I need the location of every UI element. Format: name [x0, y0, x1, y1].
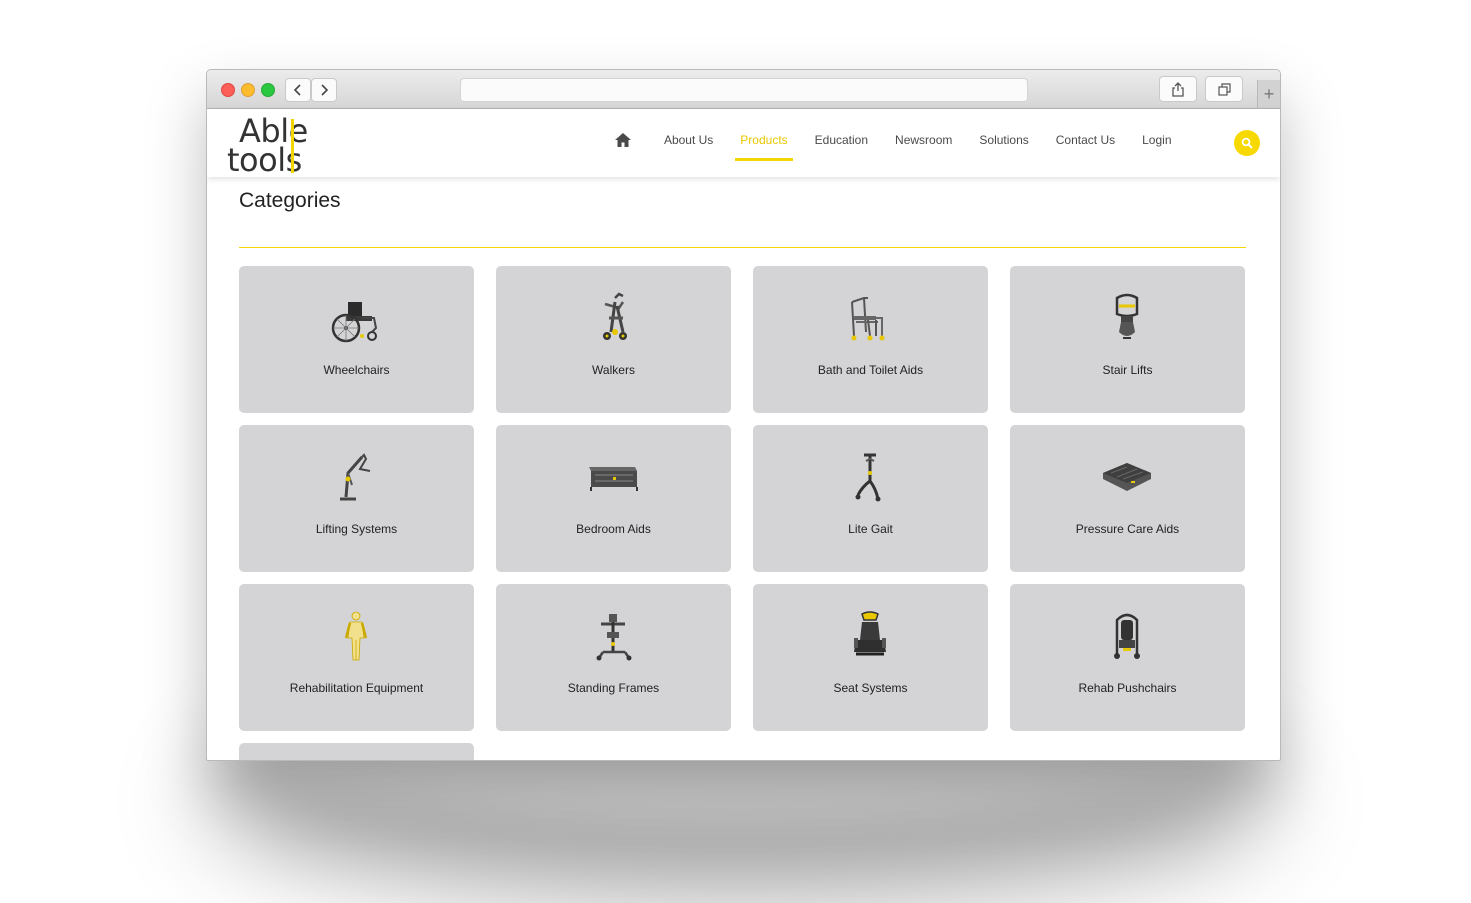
- category-label: Walkers: [592, 363, 635, 377]
- chevron-right-icon: [321, 84, 328, 96]
- bath-chair-icon: [851, 297, 885, 341]
- cushion-icon: [1103, 463, 1151, 491]
- category-card-seat-systems[interactable]: Seat Systems: [753, 584, 988, 731]
- category-label: Pressure Care Aids: [1075, 522, 1180, 536]
- page-title: Categories: [239, 189, 341, 212]
- category-label: Lite Gait: [848, 522, 893, 536]
- close-window-button[interactable]: [221, 83, 235, 97]
- category-card-walkers[interactable]: Walkers: [496, 266, 731, 413]
- stair-lift-icon: [1115, 293, 1139, 339]
- pushchair-icon: [1114, 613, 1140, 659]
- category-label: Bedroom Aids: [576, 522, 651, 536]
- page-content: Categories Wheelchairs Walkers Bath and …: [207, 177, 1280, 760]
- category-label: Rehab Pushchairs: [1078, 681, 1177, 695]
- category-card-rehab-pushchairs[interactable]: Rehab Pushchairs: [1010, 584, 1245, 731]
- chevron-left-icon: [294, 84, 301, 96]
- category-card-stair-lifts[interactable]: Stair Lifts: [1010, 266, 1245, 413]
- share-icon: [1172, 81, 1184, 97]
- home-icon: [615, 133, 632, 147]
- plus-icon: +: [1263, 83, 1275, 104]
- site-header: Able tools About Us Products Education N…: [207, 109, 1280, 177]
- nav-contact-us[interactable]: Contact Us: [1051, 131, 1120, 149]
- logo-accent-bar: [291, 119, 294, 173]
- nav-education[interactable]: Education: [810, 131, 873, 149]
- category-card-pressure-care-aids[interactable]: Pressure Care Aids: [1010, 425, 1245, 572]
- standing-frame-icon: [596, 614, 632, 661]
- category-card-bedroom-aids[interactable]: Bedroom Aids: [496, 425, 731, 572]
- category-label: Wheelchairs: [323, 363, 390, 377]
- logo[interactable]: Able tools: [227, 115, 322, 176]
- new-tab-button[interactable]: +: [1257, 80, 1280, 108]
- category-card-rehabilitation-equipment[interactable]: Rehabilitation Equipment: [239, 584, 474, 731]
- home-link[interactable]: [614, 132, 632, 148]
- category-card-bath-and-toilet-aids[interactable]: Bath and Toilet Aids: [753, 266, 988, 413]
- title-divider: [239, 247, 1246, 248]
- share-button[interactable]: [1159, 76, 1197, 102]
- minimize-window-button[interactable]: [241, 83, 255, 97]
- tabs-overview-button[interactable]: [1205, 76, 1243, 102]
- back-button[interactable]: [285, 78, 311, 102]
- category-label: Rehabilitation Equipment: [289, 681, 424, 695]
- tabs-icon: [1217, 82, 1231, 96]
- browser-toolbar: +: [207, 70, 1280, 109]
- category-card-lite-gait[interactable]: Lite Gait: [753, 425, 988, 572]
- seat-system-icon: [854, 611, 886, 656]
- category-card-standing-frames[interactable]: Standing Frames: [496, 584, 731, 731]
- main-nav: About Us Products Education Newsroom Sol…: [614, 131, 1185, 161]
- maximize-window-button[interactable]: [261, 83, 275, 97]
- category-label: Seat Systems: [833, 681, 908, 695]
- category-label: Standing Frames: [567, 681, 660, 695]
- category-card-wheelchairs[interactable]: Wheelchairs: [239, 266, 474, 413]
- nav-solutions[interactable]: Solutions: [974, 131, 1033, 149]
- address-bar[interactable]: [460, 78, 1028, 102]
- bed-icon: [589, 467, 638, 491]
- wheelchair-icon: [331, 302, 378, 343]
- nav-about-us[interactable]: About Us: [659, 131, 718, 149]
- nav-newsroom[interactable]: Newsroom: [890, 131, 957, 149]
- forward-button[interactable]: [311, 78, 337, 102]
- gait-trainer-icon: [855, 453, 881, 502]
- walker-icon: [603, 292, 627, 340]
- search-icon: [1241, 137, 1253, 149]
- category-card-lifting-systems[interactable]: Lifting Systems: [239, 425, 474, 572]
- category-label: Lifting Systems: [315, 522, 398, 536]
- category-label: Stair Lifts: [1102, 363, 1153, 377]
- patient-lift-icon: [340, 453, 371, 501]
- search-button[interactable]: [1234, 130, 1260, 156]
- human-figure-icon: [344, 611, 368, 661]
- category-card-partial[interactable]: [239, 743, 474, 760]
- nav-login[interactable]: Login: [1137, 131, 1176, 149]
- category-label: Bath and Toilet Aids: [817, 363, 924, 377]
- nav-products[interactable]: Products: [735, 131, 794, 161]
- browser-window: + Able tools About Us Products Education…: [206, 69, 1281, 761]
